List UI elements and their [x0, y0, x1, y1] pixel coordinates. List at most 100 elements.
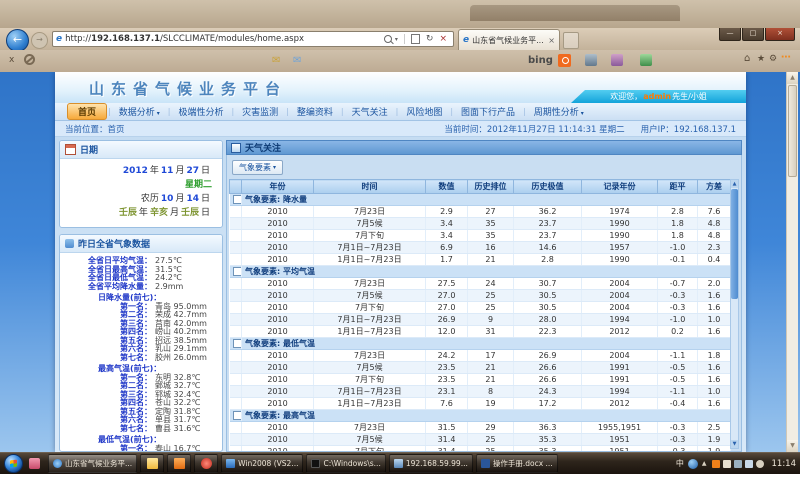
forward-button[interactable]: → [31, 32, 48, 49]
table-cell: 3.4 [426, 230, 468, 242]
compatibility-view-icon[interactable] [411, 34, 420, 44]
pinned-task-button[interactable] [194, 454, 218, 473]
ie-task-button[interactable]: 山东省气候业务平... [48, 454, 137, 473]
task-button[interactable]: C:\Windows\s... [306, 454, 385, 473]
nav-item[interactable]: 风险地图 [399, 103, 449, 120]
close-button[interactable]: × [765, 28, 795, 41]
table-row[interactable]: 20101月1日~7月23日1.7212.81990-0.10.4 [230, 254, 731, 266]
table-row[interactable]: 20101月1日~7月23日12.03122.320120.21.6 [230, 326, 731, 338]
url-text[interactable]: http://192.168.137.1/SLCCLIMATE/modules/… [65, 34, 382, 44]
column-header: 记录年份 [582, 180, 658, 194]
page-scroll-up-icon[interactable]: ▲ [787, 72, 798, 84]
pinned-task-button[interactable] [140, 454, 164, 473]
section-row[interactable]: 气象要素: 降水量 [230, 194, 731, 206]
language-indicator[interactable]: 中 [676, 458, 684, 469]
task-button[interactable]: Win2008 (VS2... [221, 454, 303, 473]
nav-item[interactable]: 整编资料 [290, 103, 340, 120]
checkbox[interactable] [233, 339, 242, 348]
checkbox[interactable] [233, 411, 242, 420]
stop-icon[interactable]: × [439, 34, 447, 44]
section-row[interactable]: 气象要素: 平均气温 [230, 266, 731, 278]
favorites-star-icon[interactable]: ★ [757, 54, 765, 64]
table-row[interactable]: 20107月23日2.92736.219742.87.6 [230, 206, 731, 218]
chevron-down-icon[interactable]: ▾ [395, 36, 398, 43]
element-filter-button[interactable]: 气象要素 ▾ [232, 160, 283, 175]
nav-item[interactable]: 灾害监测 [235, 103, 285, 120]
toolbar-close-icon[interactable]: x [9, 55, 14, 65]
table-row[interactable]: 20107月1日~7月23日23.1824.31994-1.11.0 [230, 386, 731, 398]
gear-icon[interactable]: ⚙ [769, 54, 777, 64]
table-row[interactable]: 20107月23日31.52936.31955,1951-0.32.5 [230, 422, 731, 434]
page-scroll-down-icon[interactable]: ▼ [787, 440, 798, 452]
table-cell: 23.7 [514, 230, 582, 242]
compass-icon[interactable] [24, 54, 35, 65]
new-tab-button[interactable] [563, 32, 579, 49]
nav-item[interactable]: 图面下行产品 [454, 103, 522, 120]
section-title: 气象要素: 降水量 [242, 194, 731, 206]
bing-search-icon[interactable] [558, 54, 571, 67]
clock[interactable]: 11:14 [772, 459, 797, 469]
scroll-thumb[interactable] [731, 189, 738, 299]
mail-icon[interactable]: ✉ [272, 55, 280, 66]
table-scrollbar[interactable]: ▲ ▼ [730, 179, 739, 449]
task-button[interactable]: 操作手册.docx ... [476, 454, 558, 473]
action-center-icon[interactable] [723, 460, 731, 468]
minimize-button[interactable]: — [719, 28, 741, 41]
scroll-down-icon[interactable]: ▼ [731, 440, 738, 448]
nav-item[interactable]: 首页 [67, 103, 107, 120]
tray-expand-icon[interactable]: ▲ [702, 460, 707, 467]
tab-title[interactable]: 山东省气候业务平... [472, 35, 545, 46]
scroll-up-icon[interactable]: ▲ [731, 180, 738, 188]
nav-item[interactable]: 极端性分析 [171, 103, 230, 120]
stat-row: 全省平均降水量：2.9mm [60, 283, 220, 292]
table-row[interactable]: 20107月5候3.43523.719901.84.8 [230, 218, 731, 230]
refresh-icon[interactable]: ↻ [426, 34, 434, 44]
search-icon[interactable] [384, 35, 392, 43]
table-row[interactable]: 20107月下旬3.43523.719901.84.8 [230, 230, 731, 242]
table-row[interactable]: 20107月1日~7月23日26.9928.01994-1.01.0 [230, 314, 731, 326]
more-options-icon[interactable]: ⋯ [781, 52, 791, 63]
apps-icon[interactable] [640, 54, 652, 66]
table-row[interactable]: 20107月23日24.21726.92004-1.11.8 [230, 350, 731, 362]
page-scrollbar[interactable]: ▲ ▼ [786, 72, 798, 452]
table-row[interactable]: 20107月5候27.02530.52004-0.31.6 [230, 290, 731, 302]
back-button[interactable]: ← [6, 29, 29, 52]
pinned-task-button[interactable] [167, 454, 191, 473]
start-button[interactable] [4, 454, 23, 473]
section-row[interactable]: 气象要素: 最高气温 [230, 410, 731, 422]
security-tray-icon[interactable] [712, 460, 720, 468]
camera-icon[interactable] [585, 54, 597, 66]
table-row[interactable]: 20107月1日~7月23日6.91614.61957-1.02.3 [230, 242, 731, 254]
home-icon[interactable]: ⌂ [744, 53, 750, 64]
table-row[interactable]: 20107月下旬23.52126.61991-0.51.6 [230, 374, 731, 386]
rank-value: 泰山 16.7℃ [152, 445, 200, 453]
maximize-button[interactable]: □ [742, 28, 764, 41]
pinned-app-icon[interactable] [29, 458, 40, 469]
paint-icon[interactable] [611, 54, 623, 66]
checkbox[interactable] [233, 267, 242, 276]
section-row[interactable]: 气象要素: 最低气温 [230, 338, 731, 350]
display-tray-icon[interactable] [734, 460, 742, 468]
page-scroll-thumb[interactable] [788, 85, 797, 177]
tab-close-icon[interactable]: × [548, 36, 555, 45]
nav-item[interactable]: 周期性分析▾ [527, 103, 591, 120]
network-icon[interactable] [745, 460, 753, 468]
table-row[interactable]: 20101月1日~7月23日7.61917.22012-0.41.6 [230, 398, 731, 410]
send-mail-icon[interactable]: ✉ [293, 55, 301, 66]
table-row[interactable]: 20107月23日27.52430.72004-0.72.0 [230, 278, 731, 290]
ime-icon[interactable] [688, 459, 698, 469]
nav-item[interactable]: 数据分析▾ [112, 103, 167, 120]
table-row[interactable]: 20107月5候23.52126.61991-0.51.6 [230, 362, 731, 374]
dropdown-arrow-icon: ▾ [273, 164, 276, 171]
table-row[interactable]: 20107月下旬27.02530.52004-0.31.6 [230, 302, 731, 314]
address-bar[interactable]: e http://192.168.137.1/SLCCLIMATE/module… [52, 31, 454, 47]
table-cell: -0.4 [658, 398, 698, 410]
nav-item[interactable]: 天气关注 [345, 103, 395, 120]
volume-icon[interactable] [756, 460, 764, 468]
browser-tab[interactable]: e 山东省气候业务平... × [458, 29, 560, 50]
rank-row: 第七名：曹县 31.6℃ [60, 425, 220, 434]
table-row[interactable]: 20107月5候31.42535.31951-0.31.9 [230, 434, 731, 446]
lunar-date: 农历10月14日 [60, 192, 212, 206]
checkbox[interactable] [233, 195, 242, 204]
task-button[interactable]: 192.168.59.99... [389, 454, 473, 473]
